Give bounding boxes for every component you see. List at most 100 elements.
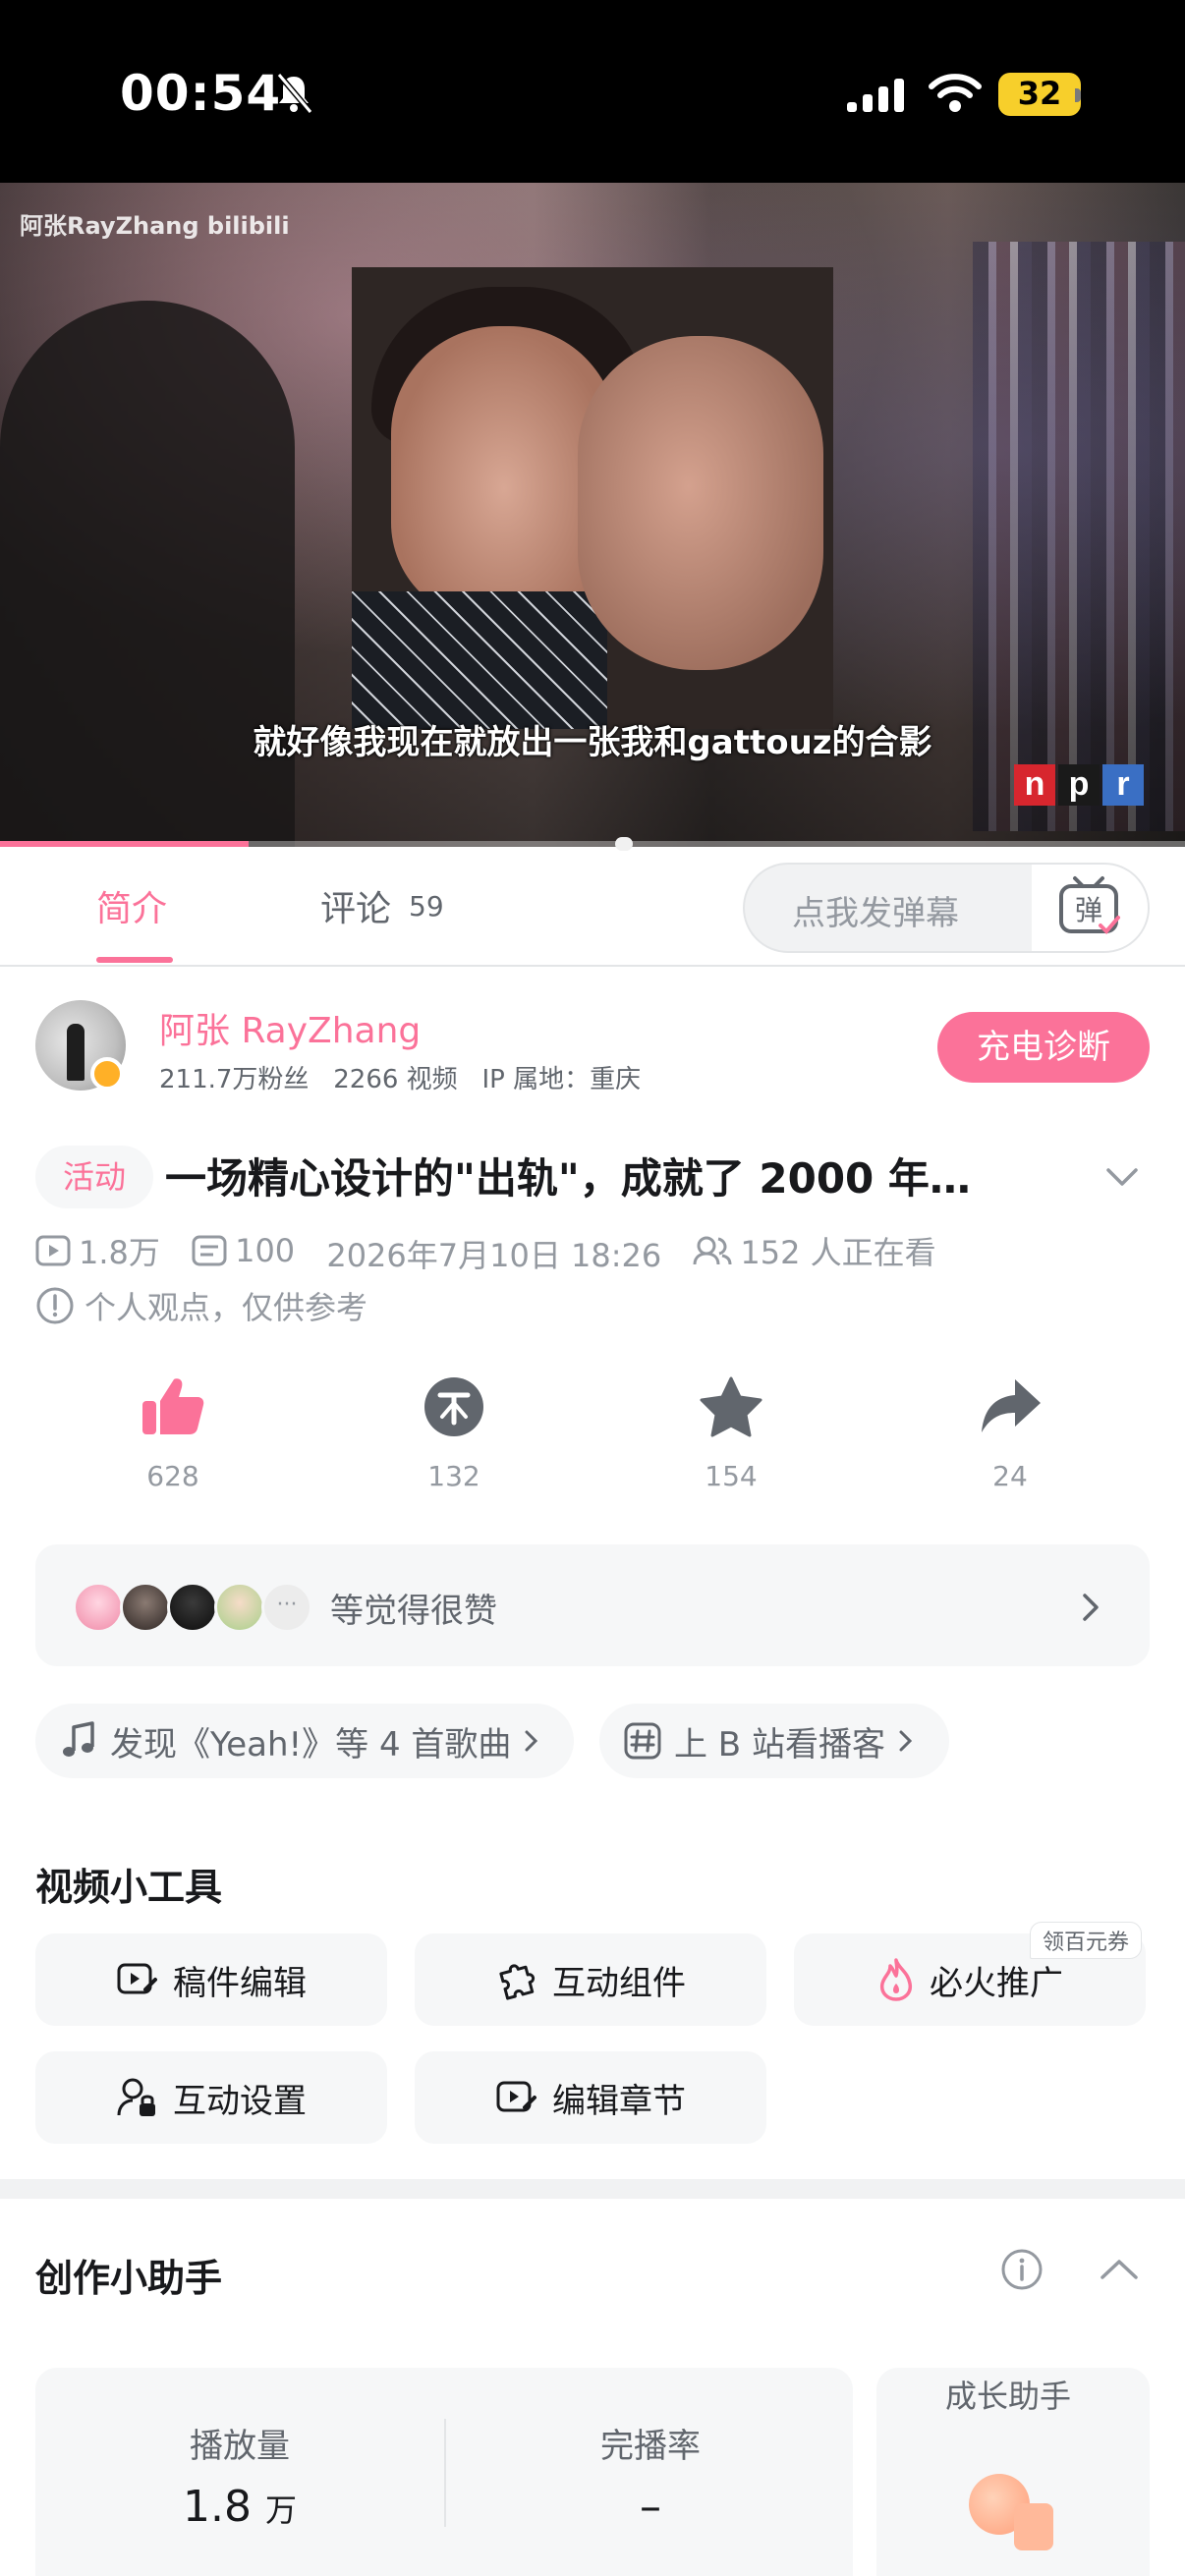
danmaku-placeholder: 点我发弹幕 — [792, 894, 959, 933]
tool-edit-manuscript[interactable]: 稿件编辑 — [35, 1933, 387, 2026]
podcast-link-label: 上 B 站看播客 — [674, 1724, 885, 1764]
tools-section-title: 视频小工具 — [35, 1866, 223, 1909]
music-link-label: 发现《Yeah!》等 4 首歌曲 — [110, 1724, 512, 1764]
video-player[interactable]: 阿张RayZhang bilibili 就好像我现在就放出一张我和gattouz… — [0, 183, 1185, 847]
notice-text: 个人观点，仅供参考 — [85, 1289, 368, 1326]
coin-icon — [424, 1377, 483, 1436]
watching-count: 152 人正在看 — [740, 1234, 936, 1271]
avatar-figure — [67, 1024, 85, 1081]
danmaku-glyph: 弹 — [1075, 894, 1102, 926]
danmaku-tv-icon: 弹 — [1059, 876, 1120, 934]
uploader-followers: 211.7万粉丝 — [159, 1065, 310, 1094]
coupon-badge: 领百元券 — [1030, 1922, 1143, 1959]
charge-button[interactable]: 充电诊断 — [937, 1012, 1150, 1083]
play-count-number: 1.8 — [183, 2482, 252, 2532]
liker-avatar — [167, 1582, 218, 1633]
signal-icon — [847, 79, 904, 112]
like-button[interactable]: 628 — [85, 1375, 261, 1492]
verified-badge-icon — [90, 1057, 124, 1091]
tool-label: 稿件编辑 — [173, 1963, 307, 2003]
tool-interactive-components[interactable]: 互动组件 — [415, 1933, 766, 2026]
tab-intro[interactable]: 简介 — [96, 880, 167, 931]
chevron-up-icon[interactable] — [1097, 2250, 1142, 2289]
thumbs-up-icon — [142, 1378, 204, 1434]
danmaku-stat: 100 — [192, 1232, 295, 1269]
npr-letter: n — [1014, 764, 1055, 806]
uploader-name[interactable]: 阿张 RayZhang — [159, 1002, 421, 1053]
wifi-icon — [929, 74, 982, 112]
share-count: 24 — [992, 1460, 1028, 1492]
assistant-section-title: 创作小助手 — [35, 2257, 223, 2300]
photo-face-right — [578, 336, 823, 670]
info-circle-icon — [36, 1287, 74, 1324]
share-button[interactable]: 24 — [922, 1375, 1099, 1492]
play-count-label: 播放量 — [190, 2427, 290, 2466]
person-lock-icon — [117, 2078, 155, 2116]
hashtag-box-icon — [624, 1722, 661, 1760]
status-time: 00:54 — [120, 65, 282, 122]
tab-active-indicator — [96, 957, 173, 963]
watching-stat: 152 人正在看 — [693, 1228, 936, 1273]
growth-illustration-block — [1014, 2503, 1053, 2550]
liker-avatar — [73, 1582, 124, 1633]
notice-row: 个人观点，仅供参考 — [35, 1283, 367, 1328]
tool-label: 必火推广 — [930, 1963, 1063, 2003]
npr-letter: r — [1102, 764, 1144, 806]
play-count-icon — [35, 1235, 71, 1266]
battery-level: 32 — [1017, 75, 1062, 112]
uploader-videos: 2266 视频 — [333, 1065, 458, 1094]
favorite-button[interactable]: 154 — [643, 1375, 819, 1492]
favorite-count: 154 — [705, 1460, 758, 1492]
play-count-value: 1.8 万 — [35, 2482, 444, 2532]
bell-muted-icon — [276, 73, 313, 114]
video-stats-row: 1.8万 100 2026年7月10日 18:26 152 人正在看 — [35, 1228, 958, 1276]
video-subtitle: 就好像我现在就放出一张我和gattouz的合影 — [253, 723, 932, 762]
danmaku-count-icon — [192, 1235, 227, 1266]
danmaku-toggle-button[interactable]: 弹 — [1032, 865, 1148, 951]
more-likers-icon: ··· — [261, 1582, 312, 1633]
danmaku-count: 100 — [235, 1232, 296, 1269]
chevron-right-icon — [525, 1730, 538, 1752]
tabs-divider — [0, 965, 1185, 967]
section-separator — [0, 2179, 1185, 2199]
growth-assistant-title: 成长助手 — [945, 2378, 1072, 2415]
video-background-person — [0, 301, 295, 847]
flame-icon — [879, 1958, 913, 2001]
video-inset-photo — [352, 267, 833, 729]
completion-rate-value: – — [640, 2482, 661, 2532]
tool-label: 互动设置 — [173, 2081, 307, 2121]
music-note-icon — [63, 1721, 94, 1757]
tool-edit-chapters[interactable]: 编辑章节 — [415, 2051, 766, 2144]
video-progress-handle[interactable] — [615, 837, 633, 851]
uploader-ip: IP 属地：重庆 — [481, 1065, 642, 1094]
views-stat: 1.8万 — [35, 1228, 160, 1273]
podcast-link[interactable]: 上 B 站看播客 — [599, 1704, 949, 1778]
chevron-right-icon — [899, 1730, 913, 1752]
tool-interactive-settings[interactable]: 互动设置 — [35, 2051, 387, 2144]
tool-label: 互动组件 — [552, 1963, 686, 2003]
completion-rate-label: 完播率 — [600, 2427, 701, 2466]
music-link[interactable]: 发现《Yeah!》等 4 首歌曲 — [35, 1704, 574, 1778]
edit-chapter-icon — [496, 2081, 536, 2112]
views-count: 1.8万 — [79, 1234, 160, 1271]
tab-comments-count: 59 — [409, 890, 444, 923]
edit-video-icon — [117, 1963, 157, 1994]
uploader-meta: 211.7万粉丝 2266 视频 IP 属地：重庆 — [159, 1059, 641, 1095]
puzzle-icon — [499, 1964, 536, 2000]
coin-count: 132 — [427, 1460, 480, 1492]
play-count-unit: 万 — [264, 2492, 297, 2529]
chevron-down-icon[interactable] — [1102, 1157, 1142, 1197]
video-progress-fill — [0, 841, 250, 847]
coin-button[interactable]: 132 — [366, 1375, 542, 1492]
liked-by-text: 等觉得很赞 — [330, 1592, 497, 1631]
info-icon[interactable] — [1000, 2248, 1044, 2291]
star-icon — [700, 1376, 762, 1437]
share-arrow-icon — [982, 1379, 1041, 1432]
video-title[interactable]: 一场精心设计的"出轨"，成就了 2000 年… — [165, 1146, 1049, 1205]
photo-shirt — [352, 591, 607, 729]
npr-letter: p — [1058, 764, 1100, 806]
watching-people-icon — [693, 1236, 732, 1265]
tab-comments[interactable]: 评论 — [320, 880, 391, 931]
tool-label: 编辑章节 — [552, 2081, 686, 2121]
activity-tag[interactable]: 活动 — [35, 1146, 153, 1208]
